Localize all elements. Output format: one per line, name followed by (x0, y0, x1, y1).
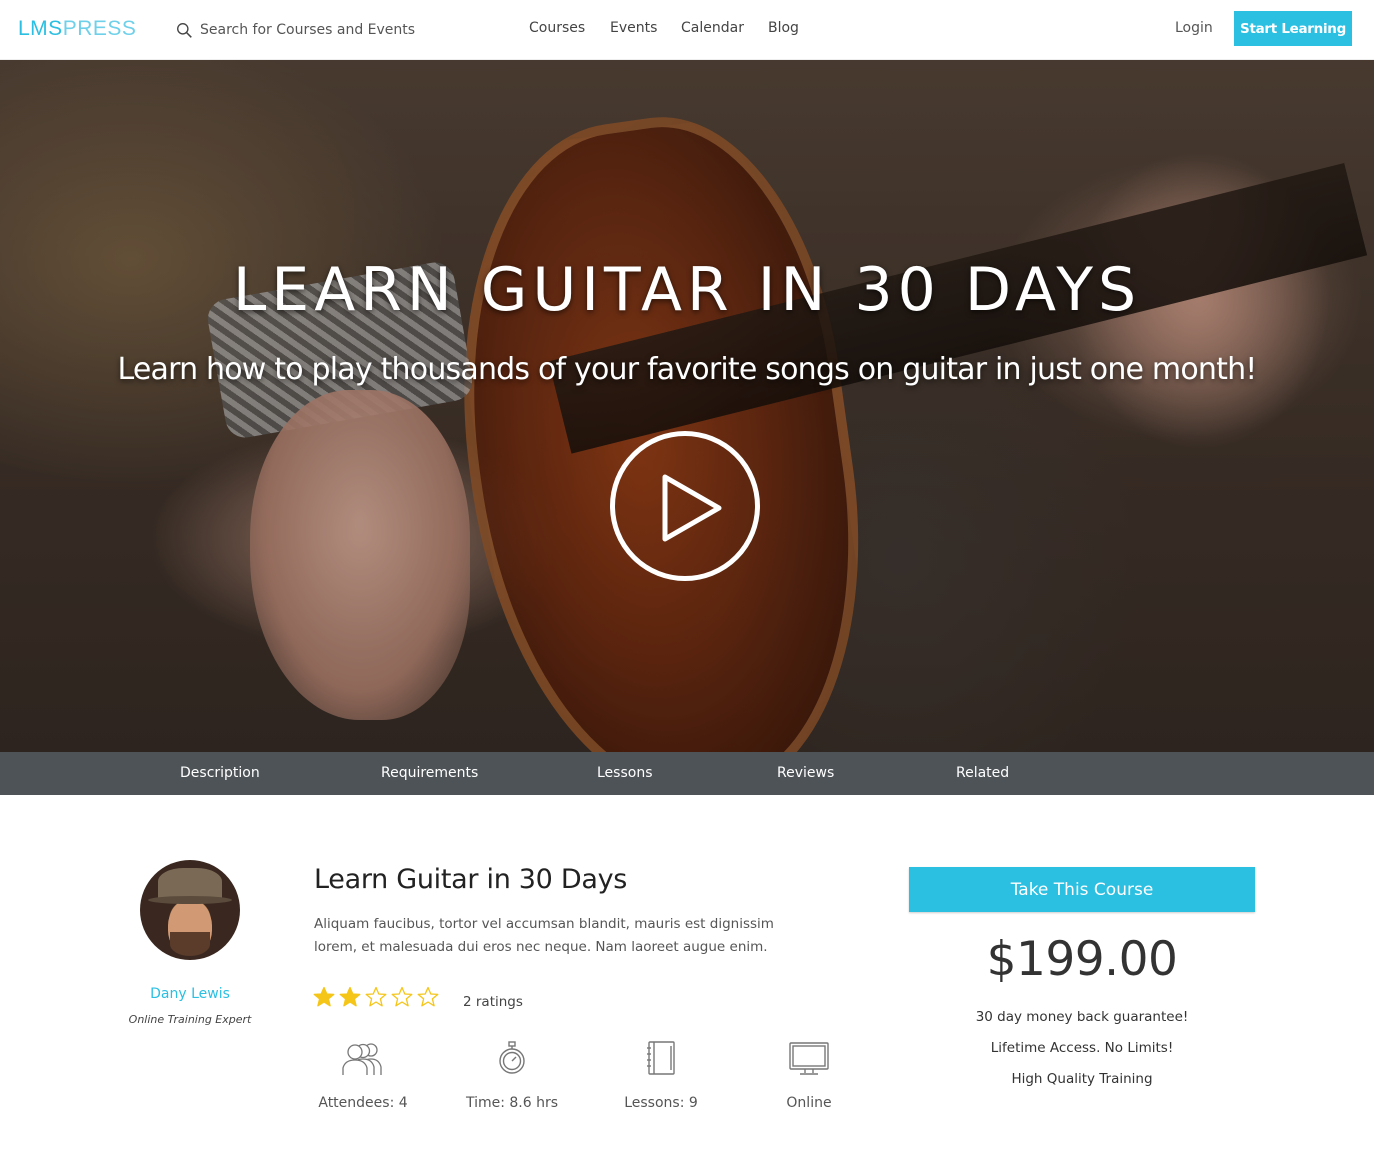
stat-attendees-label: Attendees: 4 (318, 1095, 408, 1111)
rating-stars[interactable] (313, 986, 439, 1008)
hero-overlay (0, 60, 1374, 752)
hero-title: LEARN GUITAR IN 30 DAYS (232, 255, 1142, 325)
perk-money-back: 30 day money back guarantee! (975, 1009, 1189, 1025)
search-input[interactable] (200, 22, 480, 38)
nav-courses[interactable]: Courses (529, 20, 585, 36)
course-price: $199.00 (986, 932, 1178, 987)
course-description: Aliquam faucibus, tortor vel accumsan bl… (314, 916, 774, 955)
stopwatch-icon (499, 1041, 525, 1074)
logo-part-press: PRESS (62, 17, 137, 40)
star-filled-icon[interactable] (339, 986, 361, 1008)
star-empty-icon[interactable] (391, 986, 413, 1008)
logo[interactable]: LMSPRESS (18, 17, 136, 41)
stat-online-label: Online (786, 1095, 832, 1111)
instructor-avatar[interactable] (140, 860, 240, 960)
hero-subtitle: Learn how to play thousands of your favo… (117, 352, 1257, 387)
tab-lessons[interactable]: Lessons (597, 765, 653, 781)
search-bar (176, 18, 480, 42)
tab-description[interactable]: Description (180, 765, 260, 781)
avatar-hat-brim (148, 896, 232, 904)
play-video-button[interactable] (610, 431, 760, 581)
take-course-button[interactable]: Take This Course (909, 867, 1255, 912)
avatar-beard (170, 932, 210, 956)
search-icon[interactable] (176, 22, 193, 39)
star-empty-icon[interactable] (365, 986, 387, 1008)
tab-reviews[interactable]: Reviews (777, 765, 834, 781)
instructor-name[interactable]: Dany Lewis (110, 986, 270, 1002)
tab-requirements[interactable]: Requirements (381, 765, 478, 781)
perk-quality: High Quality Training (1011, 1071, 1153, 1087)
tab-related[interactable]: Related (956, 765, 1009, 781)
course-title: Learn Guitar in 30 Days (314, 864, 628, 895)
stat-time: Time: 8.6 hrs (452, 1040, 572, 1111)
ratings-count: 2 ratings (463, 994, 523, 1010)
hero-banner: LEARN GUITAR IN 30 DAYS Learn how to pla… (0, 60, 1374, 752)
nav-calendar[interactable]: Calendar (681, 20, 744, 36)
nav-events[interactable]: Events (610, 20, 657, 36)
start-learning-button[interactable]: Start Learning (1234, 11, 1352, 46)
star-filled-icon[interactable] (313, 986, 335, 1008)
logo-part-lms: LMS (18, 17, 63, 40)
perk-lifetime-access: Lifetime Access. No Limits! (990, 1040, 1174, 1056)
stat-online: Online (749, 1040, 869, 1111)
nav-blog[interactable]: Blog (768, 20, 799, 36)
course-tabs: Description Requirements Lessons Reviews… (0, 752, 1374, 795)
login-link[interactable]: Login (1175, 20, 1213, 36)
attendees-icon (342, 1043, 382, 1075)
site-header: LMSPRESS Courses Events Calendar Blog Lo… (0, 0, 1374, 60)
notebook-icon (647, 1041, 675, 1075)
stat-attendees: Attendees: 4 (303, 1040, 423, 1111)
stat-time-label: Time: 8.6 hrs (465, 1095, 559, 1111)
instructor-role: Online Training Expert (128, 1013, 252, 1026)
star-empty-icon[interactable] (417, 986, 439, 1008)
play-icon (662, 474, 722, 542)
stat-lessons: Lessons: 9 (601, 1040, 721, 1111)
monitor-icon (789, 1042, 829, 1075)
stat-lessons-label: Lessons: 9 (624, 1095, 698, 1111)
